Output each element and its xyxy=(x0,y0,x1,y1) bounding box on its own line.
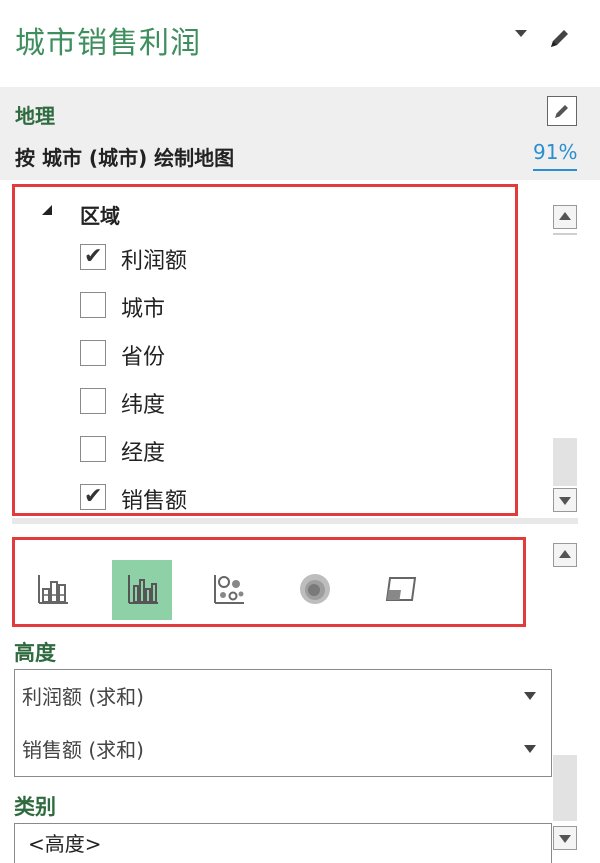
chevron-down-icon[interactable] xyxy=(524,692,536,700)
checkbox[interactable] xyxy=(80,292,106,318)
check-icon: ✔ xyxy=(84,244,103,269)
region-map-icon xyxy=(385,577,417,601)
field-label: 城市 xyxy=(121,297,166,322)
heat-map-button[interactable] xyxy=(284,560,344,620)
chevron-down-icon[interactable] xyxy=(524,745,536,753)
chevron-up-icon xyxy=(559,550,571,558)
geography-mapping-text: 按 城市 (城市) 绘制地图 xyxy=(15,146,235,170)
bubble-icon xyxy=(214,575,244,604)
field-group-label: 区域 xyxy=(80,204,120,228)
chevron-down-icon[interactable] xyxy=(515,30,527,37)
section-divider[interactable] xyxy=(12,518,578,524)
check-icon: ✔ xyxy=(84,484,103,509)
checkbox[interactable]: ✔ xyxy=(80,484,106,510)
field-label: 销售额 xyxy=(121,489,188,514)
chevron-down-icon xyxy=(559,835,571,843)
stacked-column-button[interactable] xyxy=(22,560,82,620)
pencil-icon xyxy=(555,105,568,118)
chevron-down-icon xyxy=(559,497,571,505)
category-section-label: 类别 xyxy=(14,795,56,819)
height-section-label: 高度 xyxy=(14,641,56,665)
scroll-up-button[interactable] xyxy=(553,543,577,567)
clustered-column-button[interactable] xyxy=(112,560,172,620)
scroll-up-button[interactable] xyxy=(553,205,577,229)
checkbox[interactable]: ✔ xyxy=(80,244,106,270)
field-label: 省份 xyxy=(121,345,166,370)
scroll-thumb[interactable] xyxy=(553,755,577,821)
field-label: 利润额 xyxy=(121,249,188,274)
collapse-triangle-icon[interactable] xyxy=(42,205,52,215)
layer-title: 城市销售利润 xyxy=(15,26,201,61)
heat-map-icon xyxy=(300,574,330,604)
bubble-button[interactable] xyxy=(198,560,258,620)
scroll-down-button[interactable] xyxy=(553,826,577,850)
stacked-column-icon xyxy=(38,575,68,604)
checkbox[interactable] xyxy=(80,388,106,414)
link-underline xyxy=(533,169,577,171)
region-map-button[interactable] xyxy=(370,560,430,620)
field-label: 经度 xyxy=(121,441,166,466)
scroll-track xyxy=(553,233,577,235)
edit-geography-button[interactable] xyxy=(547,96,577,126)
chevron-up-icon xyxy=(559,212,571,220)
pencil-icon[interactable] xyxy=(548,26,572,50)
checkbox[interactable] xyxy=(80,340,106,366)
geocode-confidence-link[interactable]: 91% xyxy=(533,140,577,164)
scroll-thumb[interactable] xyxy=(553,438,577,486)
checkbox[interactable] xyxy=(80,436,106,462)
height-value-sales[interactable]: 销售额 (求和) xyxy=(22,734,144,763)
chart-type-highlight xyxy=(12,537,526,627)
clustered-column-icon xyxy=(128,575,158,604)
height-value-profit[interactable]: 利润额 (求和) xyxy=(22,681,144,710)
category-value: <高度> xyxy=(28,832,102,856)
geography-title: 地理 xyxy=(15,104,55,128)
field-label: 纬度 xyxy=(121,393,166,418)
scroll-down-button[interactable] xyxy=(553,488,577,512)
